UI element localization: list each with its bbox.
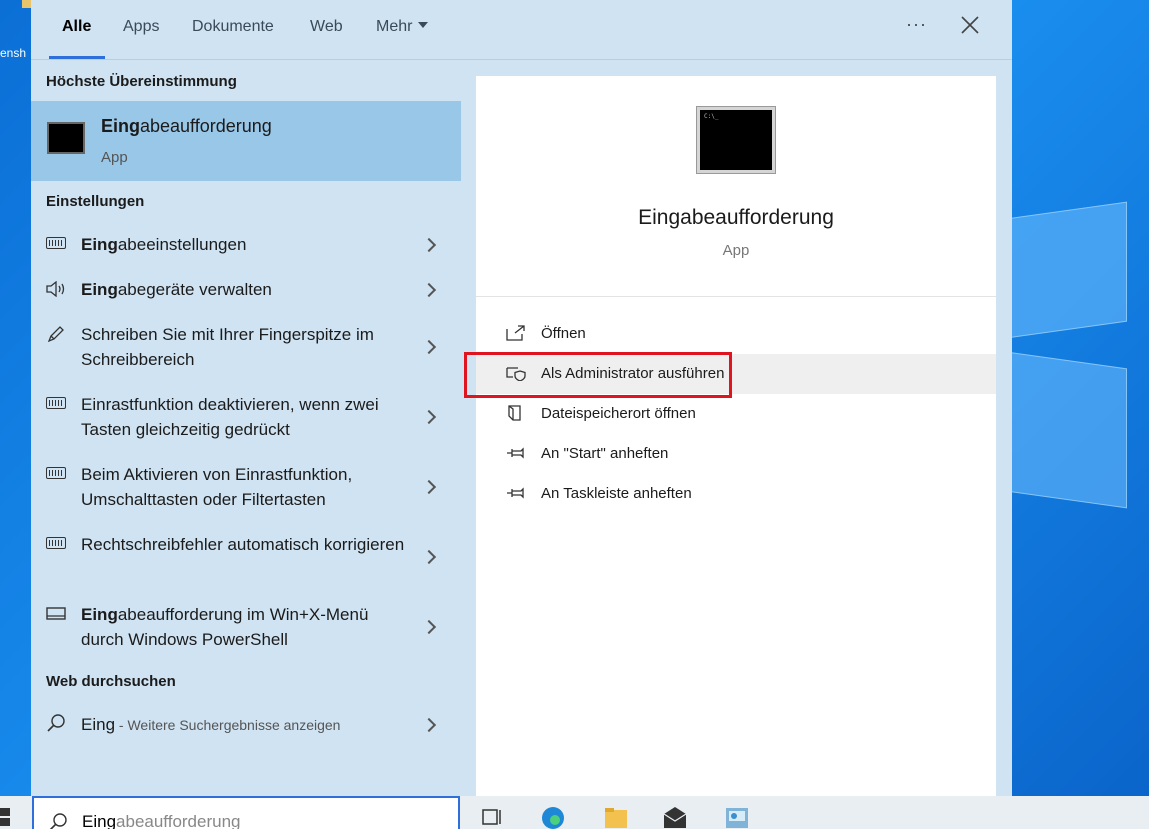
chevron-right-icon (421, 717, 437, 733)
keyboard-icon (46, 397, 66, 409)
settings-item-label: Einrastfunktion deaktivieren, wenn zwei … (81, 395, 379, 439)
taskbar-search-box[interactable]: Eingabeaufforderung (32, 796, 460, 829)
action-pin-to-taskbar[interactable]: An Taskleiste anheften (476, 474, 996, 514)
chevron-right-icon (421, 237, 437, 253)
shield-icon (506, 367, 526, 381)
search-typed-text: Eing (82, 812, 117, 829)
match-rest: abeeinstellungen (117, 235, 247, 254)
command-prompt-icon: C:\_ (696, 106, 776, 174)
tab-alle[interactable]: Alle (62, 18, 91, 36)
settings-item[interactable]: Rechtschreibfehler automatisch korrigier… (31, 530, 461, 585)
match-rest: abeaufforderung (140, 116, 272, 136)
chevron-right-icon (421, 339, 437, 355)
settings-item[interactable]: Eingabeaufforderung im Win+X-Menü durch … (31, 600, 461, 655)
search-icon (47, 714, 65, 732)
chevron-right-icon (421, 549, 437, 565)
action-run-as-admin[interactable]: Als Administrator ausführen (476, 354, 996, 394)
best-match-subtitle: App (101, 149, 128, 166)
settings-item[interactable]: Einrastfunktion deaktivieren, wenn zwei … (31, 390, 461, 445)
desktop-shortcut-label: ensh (0, 46, 27, 60)
more-options-icon[interactable]: ··· (906, 14, 927, 35)
settings-item-label: Eingabeaufforderung im Win+X-Menü durch … (81, 602, 411, 652)
web-search-item[interactable]: Eing - Weitere Suchergebnisse anzeigen (31, 710, 461, 740)
web-query: Eing (81, 715, 116, 734)
action-label: Dateispeicherort öffnen (541, 405, 696, 422)
settings-item-label: Eingabeeinstellungen (81, 232, 411, 257)
action-label: Als Administrator ausführen (541, 365, 725, 382)
action-open[interactable]: Öffnen (476, 314, 996, 354)
tab-web[interactable]: Web (310, 18, 343, 36)
action-label: An Taskleiste anheften (541, 485, 692, 502)
search-input[interactable]: Eingabeaufforderung (82, 812, 241, 829)
pin-icon (507, 447, 524, 459)
web-search-label: Eing - Weitere Suchergebnisse anzeigen (81, 712, 411, 738)
section-best-match: Höchste Übereinstimmung (46, 73, 237, 90)
settings-item-label: Rechtschreibfehler automatisch korrigier… (81, 535, 405, 554)
match-rest: abegeräte verwalten (117, 280, 272, 299)
task-view-icon[interactable] (480, 804, 506, 829)
search-tabs: Alle Apps Dokumente Web Mehr ··· (31, 0, 1012, 60)
match-rest: abeaufforderung im Win+X-Menü durch Wind… (81, 605, 369, 649)
search-icon (49, 813, 67, 829)
tab-dokumente[interactable]: Dokumente (192, 18, 274, 36)
action-label: An "Start" anheften (541, 445, 669, 462)
tab-apps[interactable]: Apps (123, 18, 159, 36)
monitor-icon (46, 607, 66, 620)
chevron-right-icon (421, 479, 437, 495)
section-settings: Einstellungen (46, 193, 145, 210)
match-highlight: Eing (81, 235, 118, 254)
open-icon (506, 325, 525, 341)
command-prompt-icon (47, 122, 85, 154)
taskbar: Eingabeaufforderung (0, 796, 1149, 829)
action-pin-to-start[interactable]: An "Start" anheften (476, 434, 996, 474)
action-open-file-location[interactable]: Dateispeicherort öffnen (476, 394, 996, 434)
console-glyph: C:\_ (704, 113, 719, 120)
chevron-right-icon (421, 409, 437, 425)
settings-item[interactable]: Eingabegeräte verwalten (31, 275, 461, 305)
section-web: Web durchsuchen (46, 673, 176, 690)
action-label: Öffnen (541, 325, 586, 342)
edge-browser-icon[interactable] (540, 804, 566, 829)
settings-item-label: Schreiben Sie mit Ihrer Fingerspitze im … (81, 325, 374, 369)
close-icon[interactable] (959, 14, 981, 36)
mail-icon[interactable] (662, 804, 688, 829)
pen-icon (47, 326, 64, 342)
match-highlight: Eing (81, 280, 118, 299)
control-panel-icon[interactable] (724, 804, 750, 829)
detail-subtitle: App (722, 242, 750, 259)
match-highlight: Eing (101, 116, 140, 136)
search-suggestion: abeaufforderung (116, 812, 241, 829)
chevron-down-icon (418, 21, 429, 28)
settings-item[interactable]: Eingabeeinstellungen (31, 230, 461, 260)
detail-pane: C:\_ Eingabeaufforderung App Öffnen Als … (476, 76, 996, 796)
settings-item-label: Beim Aktivieren von Einrastfunktion, Ums… (81, 465, 353, 509)
file-location-icon (508, 405, 521, 421)
chevron-right-icon (421, 619, 437, 635)
tab-mehr[interactable]: Mehr (376, 18, 429, 36)
tab-mehr-label: Mehr (376, 18, 413, 35)
search-panel: Alle Apps Dokumente Web Mehr ··· Höchste… (31, 0, 1012, 796)
desktop-shortcut[interactable]: ensh (0, 0, 34, 70)
pin-icon (507, 487, 524, 499)
settings-item[interactable]: Schreiben Sie mit Ihrer Fingerspitze im … (31, 320, 461, 375)
settings-item-label: Eingabegeräte verwalten (81, 277, 411, 302)
keyboard-icon (46, 537, 66, 549)
divider (476, 296, 996, 297)
active-tab-indicator (49, 56, 105, 59)
detail-title: Eingabeaufforderung (638, 206, 834, 229)
file-explorer-icon[interactable] (603, 804, 629, 829)
match-highlight: Eing (81, 605, 118, 624)
best-match-result[interactable] (31, 101, 461, 181)
web-hint: - Weitere Suchergebnisse anzeigen (115, 717, 341, 733)
keyboard-icon (46, 237, 66, 249)
settings-item[interactable]: Beim Aktivieren von Einrastfunktion, Ums… (31, 460, 461, 515)
keyboard-icon (46, 467, 66, 479)
best-match-title: Eingabeaufforderung (101, 116, 272, 137)
chevron-right-icon (421, 282, 437, 298)
speaker-icon (46, 281, 65, 297)
windows-start-icon[interactable] (0, 806, 12, 826)
